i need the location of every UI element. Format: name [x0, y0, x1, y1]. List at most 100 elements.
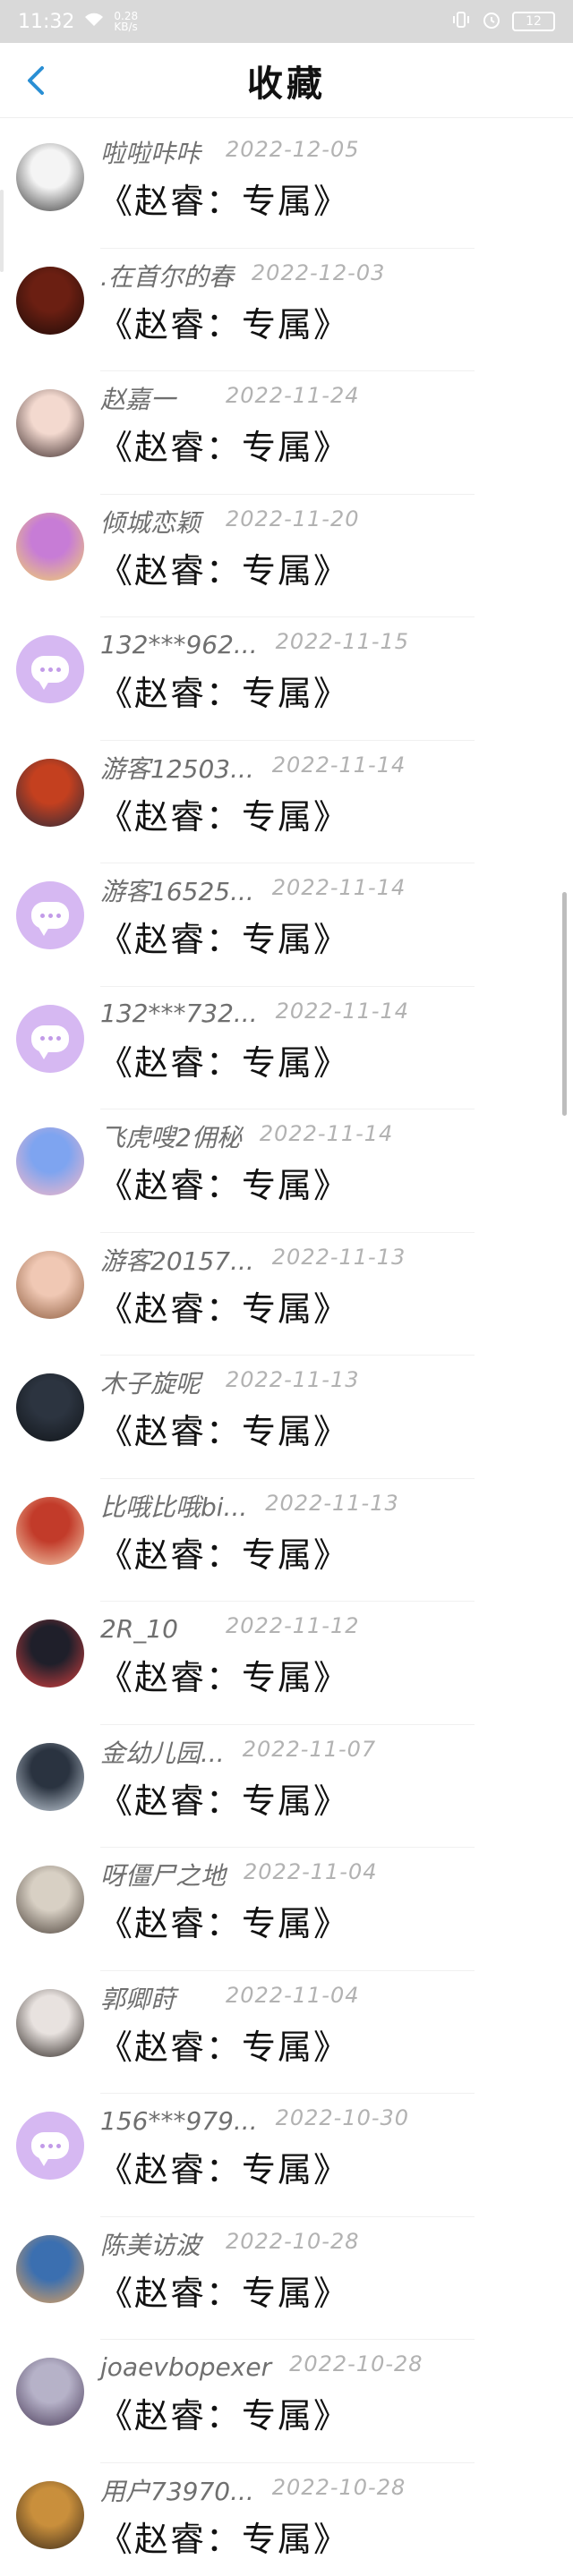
avatar[interactable]	[16, 758, 84, 827]
item-title[interactable]: 《赵睿：专属》	[98, 1404, 349, 1453]
list-item[interactable]: 赵嘉一 2022-11-24 《赵睿：专属》	[0, 371, 573, 495]
list-item[interactable]: 比哦比哦bi... 2022-11-13 《赵睿：专属》	[0, 1479, 573, 1602]
page-title: 收藏	[247, 63, 326, 105]
user-name-line: 游客20157...	[100, 1242, 254, 1278]
avatar[interactable]	[16, 881, 84, 949]
item-title[interactable]: 《赵睿：专属》	[98, 789, 349, 838]
page-header: 收藏	[0, 43, 573, 118]
item-date: 2022-11-24	[226, 383, 360, 408]
user-name-line: joaevbopexer	[100, 2349, 271, 2385]
scrollbar[interactable]	[562, 892, 567, 1117]
user-name: joaevbopexer	[100, 2351, 272, 2382]
list-item[interactable]: 金幼儿园... 2022-11-07 《赵睿：专属》	[0, 1725, 573, 1848]
list-item[interactable]: 游客16525... 2022-11-14 《赵睿：专属》	[0, 863, 573, 987]
avatar[interactable]	[16, 143, 84, 211]
item-title[interactable]: 《赵睿：专属》	[98, 1281, 349, 1331]
avatar[interactable]	[16, 1250, 84, 1319]
user-name-line: 啦啦咔咔	[100, 134, 201, 170]
item-title[interactable]: 《赵睿：专属》	[98, 1527, 349, 1577]
item-title[interactable]: 《赵睿：专属》	[98, 420, 349, 469]
list-item[interactable]: 132***962... 2022-11-15 《赵睿：专属》	[0, 617, 573, 741]
list-item[interactable]: 用户73970... 2022-10-28 《赵睿：专属》	[0, 2463, 573, 2576]
list-item[interactable]: 132***732... 2022-11-14 《赵睿：专属》	[0, 987, 573, 1109]
user-name: 比哦比哦bi...	[100, 1492, 248, 1522]
item-title[interactable]: 《赵睿：专属》	[98, 2388, 349, 2437]
list-item[interactable]: 郭卿莳 2022-11-04 《赵睿：专属》	[0, 1971, 573, 2094]
item-title[interactable]: 《赵睿：专属》	[98, 174, 349, 223]
item-date: 2022-12-05	[226, 137, 360, 162]
item-title[interactable]: 《赵睿：专属》	[98, 2019, 349, 2069]
item-title[interactable]: 《赵睿：专属》	[98, 1650, 349, 1699]
item-title[interactable]: 《赵睿：专属》	[98, 1158, 349, 1207]
user-name: 呀僵尸之地	[100, 1861, 227, 1891]
item-title[interactable]: 《赵睿：专属》	[98, 297, 349, 346]
avatar[interactable]	[16, 1742, 84, 1811]
user-name: 郭卿莳	[100, 1984, 176, 2014]
favorites-list: 啦啦咔咔 2022-12-05 《赵睿：专属》 .在首尔的春 2022-12-03 《赵睿…	[0, 125, 573, 2576]
user-name: .在首尔的春	[100, 261, 234, 292]
item-date: 2022-11-20	[226, 506, 360, 531]
avatar[interactable]	[16, 266, 84, 335]
item-title[interactable]: 《赵睿：专属》	[98, 2142, 349, 2191]
list-item[interactable]: 倾城恋颖 2022-11-20 《赵睿：专属》	[0, 495, 573, 617]
item-title[interactable]: 《赵睿：专属》	[98, 543, 349, 592]
avatar[interactable]	[16, 1988, 84, 2057]
avatar[interactable]	[16, 2234, 84, 2303]
avatar[interactable]	[16, 1866, 84, 1934]
list-item[interactable]: 游客12503... 2022-11-14 《赵睿：专属》	[0, 741, 573, 863]
avatar[interactable]	[16, 1127, 84, 1195]
list-item[interactable]: 156***979... 2022-10-30 《赵睿：专属》	[0, 2094, 573, 2217]
user-name-line: 比哦比哦bi...	[100, 1488, 247, 1524]
list-item[interactable]: .在首尔的春 2022-12-03 《赵睿：专属》	[0, 249, 573, 371]
list-item[interactable]: joaevbopexer 2022-10-28 《赵睿：专属》	[0, 2340, 573, 2463]
user-name-line: 赵嘉一	[100, 380, 175, 416]
item-date: 2022-11-14	[275, 998, 410, 1024]
avatar[interactable]	[16, 512, 84, 581]
avatar[interactable]	[16, 389, 84, 457]
back-button[interactable]	[13, 57, 59, 104]
list-item[interactable]: 啦啦咔咔 2022-12-05 《赵睿：专属》	[0, 125, 573, 249]
item-date: 2022-10-28	[271, 2474, 406, 2500]
list-item[interactable]: 陈美访波 2022-10-28 《赵睿：专属》	[0, 2217, 573, 2340]
avatar[interactable]	[16, 1620, 84, 1688]
list-item[interactable]: 呀僵尸之地 2022-11-04 《赵睿：专属》	[0, 1848, 573, 1971]
vibrate-icon	[451, 10, 471, 34]
user-name-line: 木子旋呢	[100, 1365, 201, 1400]
avatar[interactable]	[16, 1496, 84, 1565]
item-date: 2022-11-13	[226, 1367, 360, 1392]
item-title[interactable]: 《赵睿：专属》	[98, 1896, 349, 1945]
avatar[interactable]	[16, 1373, 84, 1441]
item-title[interactable]: 《赵睿：专属》	[98, 2266, 349, 2315]
item-title[interactable]: 《赵睿：专属》	[98, 2512, 349, 2561]
user-name: 木子旋呢	[100, 1369, 201, 1399]
list-item[interactable]: 飞虎嗖2佣秘 2022-11-14 《赵睿：专属》	[0, 1109, 573, 1233]
item-date: 2022-11-13	[271, 1244, 406, 1270]
user-name-line: 132***732...	[100, 996, 258, 1032]
item-title[interactable]: 《赵睿：专属》	[98, 1773, 349, 1823]
battery-level: 12	[526, 14, 542, 29]
user-name: 132***732...	[100, 999, 258, 1028]
status-time: 11:32	[18, 10, 75, 33]
item-title[interactable]: 《赵睿：专属》	[98, 912, 349, 961]
item-date: 2022-11-14	[271, 752, 406, 778]
item-title[interactable]: 《赵睿：专属》	[98, 1035, 349, 1084]
user-name-line: 金幼儿园...	[100, 1734, 225, 1770]
avatar[interactable]	[16, 1004, 84, 1073]
item-date: 2022-11-07	[242, 1736, 377, 1762]
list-item[interactable]: 2R_10 2022-11-12 《赵睿：专属》	[0, 1602, 573, 1725]
avatar[interactable]	[16, 2358, 84, 2426]
item-date: 2022-10-28	[289, 2351, 423, 2376]
chat-bubble-icon	[31, 1024, 69, 1059]
item-date: 2022-10-28	[226, 2228, 360, 2254]
user-name: 用户73970...	[100, 2476, 254, 2506]
user-name-line: 游客16525...	[100, 872, 254, 908]
avatar[interactable]	[16, 635, 84, 703]
user-name: 游客12503...	[100, 753, 254, 784]
item-title[interactable]: 《赵睿：专属》	[98, 666, 349, 715]
list-item[interactable]: 游客20157... 2022-11-13 《赵睿：专属》	[0, 1233, 573, 1356]
avatar[interactable]	[16, 2480, 84, 2549]
user-name: 游客20157...	[100, 1245, 254, 1276]
status-left: 11:32 0.28 KB/s	[18, 11, 142, 33]
avatar[interactable]	[16, 2112, 84, 2180]
list-item[interactable]: 木子旋呢 2022-11-13 《赵睿：专属》	[0, 1356, 573, 1479]
